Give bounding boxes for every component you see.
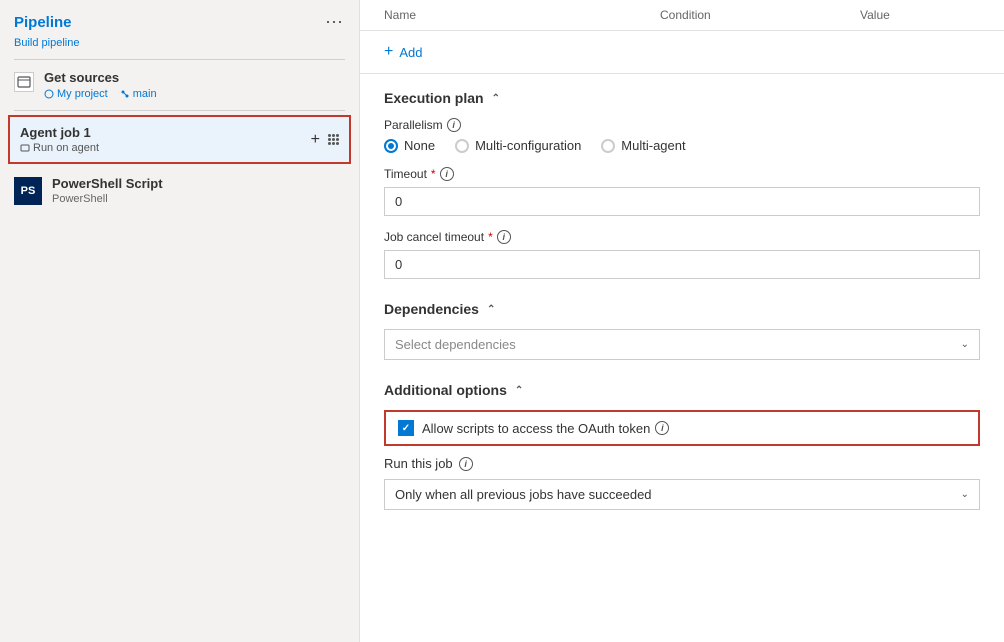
additional-options-section: Additional options ⌃ ✓ Allow scripts to …	[360, 382, 1004, 518]
get-sources-project: My project	[44, 88, 108, 100]
pipeline-menu-dots[interactable]: ⋯	[325, 12, 345, 33]
get-sources-branch: main	[120, 88, 157, 100]
oauth-checkbox-row[interactable]: ✓ Allow scripts to access the OAuth toke…	[384, 410, 980, 446]
divider2	[14, 110, 345, 111]
dependencies-header[interactable]: Dependencies ⌃	[384, 301, 980, 317]
table-header: Name Condition Value	[360, 0, 1004, 31]
execution-plan-section: Execution plan ⌃ Parallelism i None Mult…	[360, 74, 1004, 301]
add-button[interactable]: + Add	[384, 43, 422, 61]
oauth-checkbox-label: Allow scripts to access the OAuth token …	[422, 421, 669, 436]
oauth-info-icon[interactable]: i	[655, 421, 669, 435]
radio-none[interactable]: None	[384, 138, 435, 153]
radio-multi-config-label: Multi-configuration	[475, 138, 581, 153]
dependencies-dropdown[interactable]: Select dependencies ⌄	[384, 329, 980, 360]
radio-none-circle	[384, 139, 398, 153]
execution-plan-chevron: ⌃	[492, 93, 500, 104]
agent-job-item[interactable]: Agent job 1 Run on agent +	[8, 115, 351, 164]
run-job-dropdown[interactable]: Only when all previous jobs have succeed…	[384, 479, 980, 510]
job-cancel-required: *	[488, 230, 493, 244]
run-job-label: Run this job i	[384, 456, 980, 471]
get-sources-meta: My project main	[44, 88, 157, 100]
radio-multi-agent-circle	[601, 139, 615, 153]
powershell-icon: PS	[14, 177, 42, 205]
execution-plan-header[interactable]: Execution plan ⌃	[384, 90, 980, 106]
parallelism-label: Parallelism i	[384, 118, 980, 132]
get-sources-title: Get sources	[44, 70, 157, 85]
ps-info: PowerShell Script PowerShell	[52, 176, 163, 205]
get-sources-info: Get sources My project main	[44, 70, 157, 100]
dependencies-chevron-down-icon: ⌄	[961, 339, 969, 350]
ps-name: PowerShell Script	[52, 176, 163, 191]
pipeline-subtitle: Build pipeline	[0, 37, 359, 59]
agent-job-name: Agent job 1	[20, 125, 99, 140]
run-job-value: Only when all previous jobs have succeed…	[395, 487, 652, 502]
get-sources-icon	[14, 72, 34, 92]
dependencies-chevron: ⌃	[487, 304, 495, 315]
add-label: Add	[399, 45, 422, 60]
col-condition: Condition	[660, 8, 860, 22]
radio-none-label: None	[404, 138, 435, 153]
run-job-info-icon[interactable]: i	[459, 457, 473, 471]
ps-icon-text: PS	[21, 185, 36, 197]
sidebar: Pipeline ⋯ Build pipeline Get sources My…	[0, 0, 360, 642]
execution-plan-title: Execution plan	[384, 90, 484, 106]
timeout-label: Timeout * i	[384, 167, 980, 181]
checkmark-icon: ✓	[402, 423, 410, 434]
col-value: Value	[860, 8, 980, 22]
radio-multi-config-circle	[455, 139, 469, 153]
ps-sub: PowerShell	[52, 193, 163, 205]
powershell-item[interactable]: PS PowerShell Script PowerShell	[0, 168, 359, 213]
add-btn-row: + Add	[360, 31, 1004, 74]
add-task-button[interactable]: +	[311, 131, 320, 149]
dependencies-placeholder: Select dependencies	[395, 337, 516, 352]
agent-job-sub: Run on agent	[20, 142, 99, 154]
agent-job-left: Agent job 1 Run on agent	[20, 125, 99, 154]
dependencies-section: Dependencies ⌃ Select dependencies ⌄	[360, 301, 1004, 382]
run-job-chevron-icon: ⌄	[961, 489, 969, 500]
grid-dots-icon	[328, 134, 339, 145]
dependencies-title: Dependencies	[384, 301, 479, 317]
main-content: Name Condition Value + Add Execution pla…	[360, 0, 1004, 642]
additional-options-title: Additional options	[384, 382, 507, 398]
oauth-checkbox[interactable]: ✓	[398, 420, 414, 436]
radio-multi-agent-label: Multi-agent	[621, 138, 685, 153]
get-sources-item[interactable]: Get sources My project main	[0, 60, 359, 110]
additional-options-chevron: ⌃	[515, 385, 523, 396]
timeout-info-icon[interactable]: i	[440, 167, 454, 181]
job-cancel-info-icon[interactable]: i	[497, 230, 511, 244]
job-cancel-label: Job cancel timeout * i	[384, 230, 980, 244]
job-cancel-input[interactable]	[384, 250, 980, 279]
agent-job-actions: +	[311, 131, 339, 149]
timeout-input[interactable]	[384, 187, 980, 216]
timeout-required: *	[431, 167, 436, 181]
col-name: Name	[384, 8, 660, 22]
parallelism-info-icon[interactable]: i	[447, 118, 461, 132]
pipeline-title: Pipeline	[14, 14, 72, 31]
parallelism-radio-group: None Multi-configuration Multi-agent	[384, 138, 980, 153]
additional-options-header[interactable]: Additional options ⌃	[384, 382, 980, 398]
radio-multi-config[interactable]: Multi-configuration	[455, 138, 581, 153]
agent-job-menu-button[interactable]	[328, 134, 339, 145]
radio-multi-agent[interactable]: Multi-agent	[601, 138, 685, 153]
add-plus-icon: +	[384, 43, 393, 61]
sidebar-header: Pipeline ⋯	[0, 0, 359, 37]
